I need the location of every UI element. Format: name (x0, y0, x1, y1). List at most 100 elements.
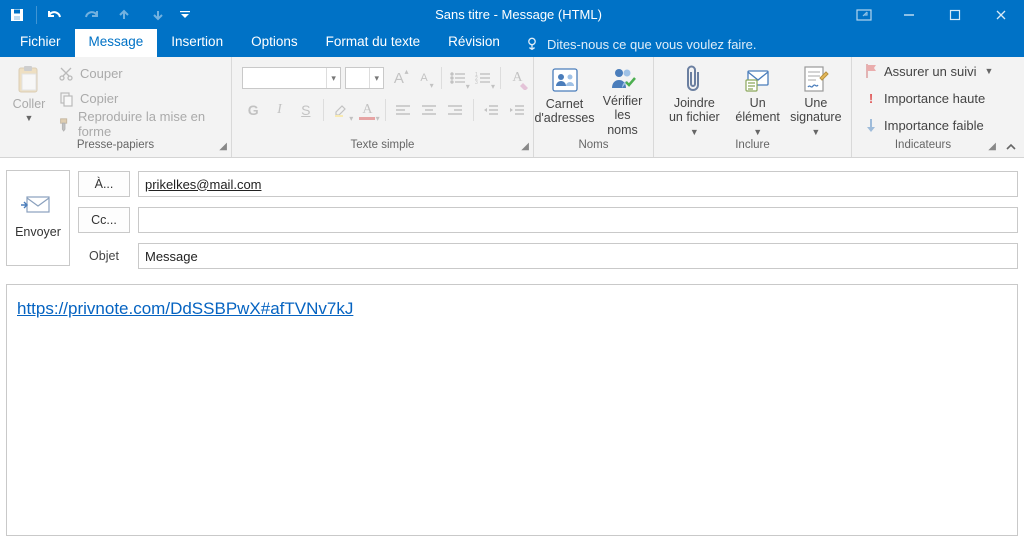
window-title: Sans titre - Message (HTML) (195, 7, 842, 22)
group-names-label: Noms (534, 139, 653, 157)
group-include: Joindre un fichier ▼ Un élément ▼ Une si… (654, 57, 852, 157)
save-button[interactable] (0, 0, 34, 29)
bold-button[interactable]: G (242, 98, 264, 122)
next-item-button[interactable] (141, 0, 175, 29)
close-button[interactable] (978, 0, 1024, 29)
grow-font-button[interactable]: A▴ (388, 66, 409, 90)
follow-up-button[interactable]: Assurer un suivi ▼ (860, 59, 997, 83)
attach-item-icon (744, 63, 772, 96)
group-clipboard: Coller ▼ Couper Copier Reproduire la mis… (0, 57, 232, 157)
attach-item-label: Un élément (735, 96, 781, 125)
low-importance-button[interactable]: Importance faible (860, 113, 997, 137)
shrink-font-button[interactable]: A▾ (413, 66, 434, 90)
ribbon: Coller ▼ Couper Copier Reproduire la mis… (0, 57, 1024, 158)
align-center-button[interactable] (418, 98, 440, 122)
address-book-label: Carnet d'adresses (534, 97, 594, 126)
format-painter-label: Reproduire la mise en forme (78, 109, 221, 139)
cc-field[interactable] (138, 207, 1018, 233)
tell-me-placeholder: Dites-nous ce que vous voulez faire. (547, 37, 757, 52)
undo-button[interactable] (39, 0, 73, 29)
body-hyperlink[interactable]: https://privnote.com/DdSSBPwX#afTVNv7kJ (17, 299, 353, 318)
collapse-ribbon-button[interactable] (1004, 141, 1018, 153)
chevron-down-icon: ▼ (984, 66, 993, 76)
address-book-icon (550, 63, 580, 97)
follow-up-label: Assurer un suivi (884, 64, 976, 79)
ribbon-display-options-button[interactable] (842, 9, 886, 21)
cc-button[interactable]: Cc... (78, 207, 130, 233)
previous-item-button[interactable] (107, 0, 141, 29)
signature-button[interactable]: Une signature ▼ (787, 61, 845, 139)
numbering-button[interactable]: 123▾ (473, 66, 494, 90)
paste-button[interactable]: Coller ▼ (6, 61, 52, 139)
qat-customize-button[interactable] (175, 0, 195, 29)
bullets-button[interactable]: ▾ (448, 66, 469, 90)
tab-revision[interactable]: Révision (434, 29, 514, 57)
cut-button[interactable]: Couper (54, 62, 225, 86)
font-color-button[interactable]: A▾ (356, 98, 378, 122)
maximize-button[interactable] (932, 0, 978, 29)
group-tags: Assurer un suivi ▼ ! Importance haute Im… (852, 57, 1024, 157)
format-painter-button[interactable]: Reproduire la mise en forme (54, 112, 225, 136)
minimize-button[interactable] (886, 0, 932, 29)
copy-label: Copier (80, 91, 118, 106)
clipboard-icon (15, 63, 43, 97)
high-importance-button[interactable]: ! Importance haute (860, 86, 997, 110)
envelope-send-icon (21, 191, 55, 219)
highlight-button[interactable]: ▾ (330, 98, 352, 122)
align-right-button[interactable] (444, 98, 466, 122)
check-names-label: Vérifier les noms (600, 94, 646, 137)
tell-me-search[interactable]: Dites-nous ce que vous voulez faire. (514, 31, 769, 57)
chevron-down-icon: ▼ (753, 127, 762, 137)
underline-button[interactable]: S (295, 98, 317, 122)
tab-insertion[interactable]: Insertion (157, 29, 237, 57)
tab-format[interactable]: Format du texte (312, 29, 435, 57)
scissors-icon (58, 66, 74, 82)
attach-item-button[interactable]: Un élément ▼ (729, 61, 787, 139)
send-label: Envoyer (15, 225, 61, 245)
tags-launcher-icon[interactable]: ◢ (988, 141, 996, 152)
to-button[interactable]: À... (78, 171, 130, 197)
quick-access-toolbar (0, 0, 195, 29)
send-button[interactable]: Envoyer (6, 170, 70, 266)
titlebar: Sans titre - Message (HTML) (0, 0, 1024, 29)
font-size-combo[interactable]: ▾ (345, 67, 384, 89)
to-field[interactable] (138, 171, 1018, 197)
copy-icon (58, 91, 74, 107)
check-names-button[interactable]: Vérifier les noms (594, 61, 652, 139)
group-clipboard-label: Presse-papiers ◢ (0, 139, 231, 157)
decrease-indent-button[interactable] (479, 98, 501, 122)
signature-label: Une signature (790, 96, 841, 125)
paste-label: Coller (13, 97, 46, 111)
svg-text:3: 3 (475, 80, 478, 85)
address-book-button[interactable]: Carnet d'adresses (536, 61, 594, 139)
paperclip-icon (683, 63, 705, 96)
align-left-button[interactable] (392, 98, 414, 122)
group-names: Carnet d'adresses Vérifier les noms Noms (534, 57, 654, 157)
message-body[interactable]: https://privnote.com/DdSSBPwX#afTVNv7kJ (6, 284, 1018, 536)
low-importance-label: Importance faible (884, 118, 984, 133)
group-basic-text-label: Texte simple ◢ (232, 139, 533, 157)
tab-options[interactable]: Options (237, 29, 312, 57)
group-basic-text: ▾ ▾ A▴ A▾ ▾ 123▾ A G I (232, 57, 534, 157)
window-controls (886, 0, 1024, 29)
chevron-down-icon: ▾ (326, 68, 340, 88)
subject-label: Objet (78, 249, 130, 263)
tab-message[interactable]: Message (75, 29, 158, 57)
ribbon-tabs: Fichier Message Insertion Options Format… (0, 29, 1024, 57)
basic-text-launcher-icon[interactable]: ◢ (521, 141, 529, 152)
clear-formatting-button[interactable]: A (507, 66, 528, 90)
copy-button[interactable]: Copier (54, 87, 225, 111)
flag-icon (864, 63, 878, 79)
increase-indent-button[interactable] (506, 98, 528, 122)
subject-field[interactable] (138, 243, 1018, 269)
font-name-combo[interactable]: ▾ (242, 67, 341, 89)
tab-file[interactable]: Fichier (6, 29, 75, 57)
qat-separator (36, 6, 37, 24)
chevron-down-icon: ▼ (811, 127, 820, 137)
clipboard-launcher-icon[interactable]: ◢ (219, 141, 227, 152)
redo-button[interactable] (73, 0, 107, 29)
italic-button[interactable]: I (268, 98, 290, 122)
attach-file-label: Joindre un fichier (666, 96, 723, 125)
chevron-down-icon: ▾ (369, 68, 383, 88)
attach-file-button[interactable]: Joindre un fichier ▼ (660, 61, 729, 139)
